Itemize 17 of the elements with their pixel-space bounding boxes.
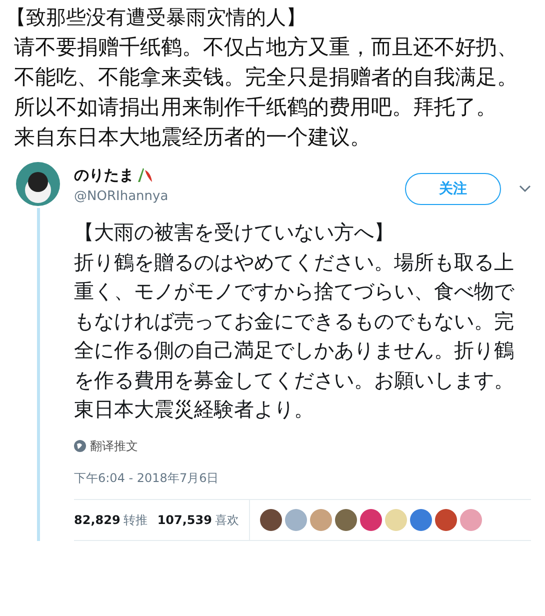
- avatar-icon[interactable]: [260, 508, 282, 530]
- post-paragraph: 来自东日本大地震经历者的一个建议。: [14, 124, 372, 151]
- stat-label: 喜欢: [214, 512, 239, 528]
- tweet-text: 折り鶴を贈るのはやめてください。場所も取る上重く、モノがモノですから捨てづらい、食べ物でもなければ売ってお金にできるものでもない。完全に作る側の自己満足でしかありません。折り鶴を作る費用を募金してください。お願いします。東日本大震災経験者より。: [74, 248, 516, 423]
- avatar-icon[interactable]: [16, 162, 60, 206]
- stat-label: 转推: [123, 512, 148, 528]
- post-paragraph: 请不要捐赠千纸鹤。不仅占地方又重，而且还不好扔、不能吃、不能拿来卖钱。完全只是捐赠者的自我满足。所以不如请捐出用来制作千纸鹤的费用吧。拜托了。: [14, 34, 519, 121]
- post-title: 【致那些没有遭受暴雨灾情的人】: [6, 4, 307, 31]
- leaf-icon: [136, 167, 154, 184]
- stat-count: 82,829: [74, 512, 120, 528]
- tweet-timestamp: 下午6:04 - 2018年7月6日: [74, 470, 220, 486]
- translate-link[interactable]: 翻译推文: [90, 436, 138, 454]
- user-handle[interactable]: @NORIhannya: [74, 186, 405, 206]
- chevron-down-icon[interactable]: [519, 185, 531, 193]
- display-name[interactable]: のりたま: [74, 164, 134, 186]
- stat-count: 107,539: [157, 512, 212, 528]
- tweet-title: 【大雨の被害を受けていない方へ】: [74, 219, 395, 246]
